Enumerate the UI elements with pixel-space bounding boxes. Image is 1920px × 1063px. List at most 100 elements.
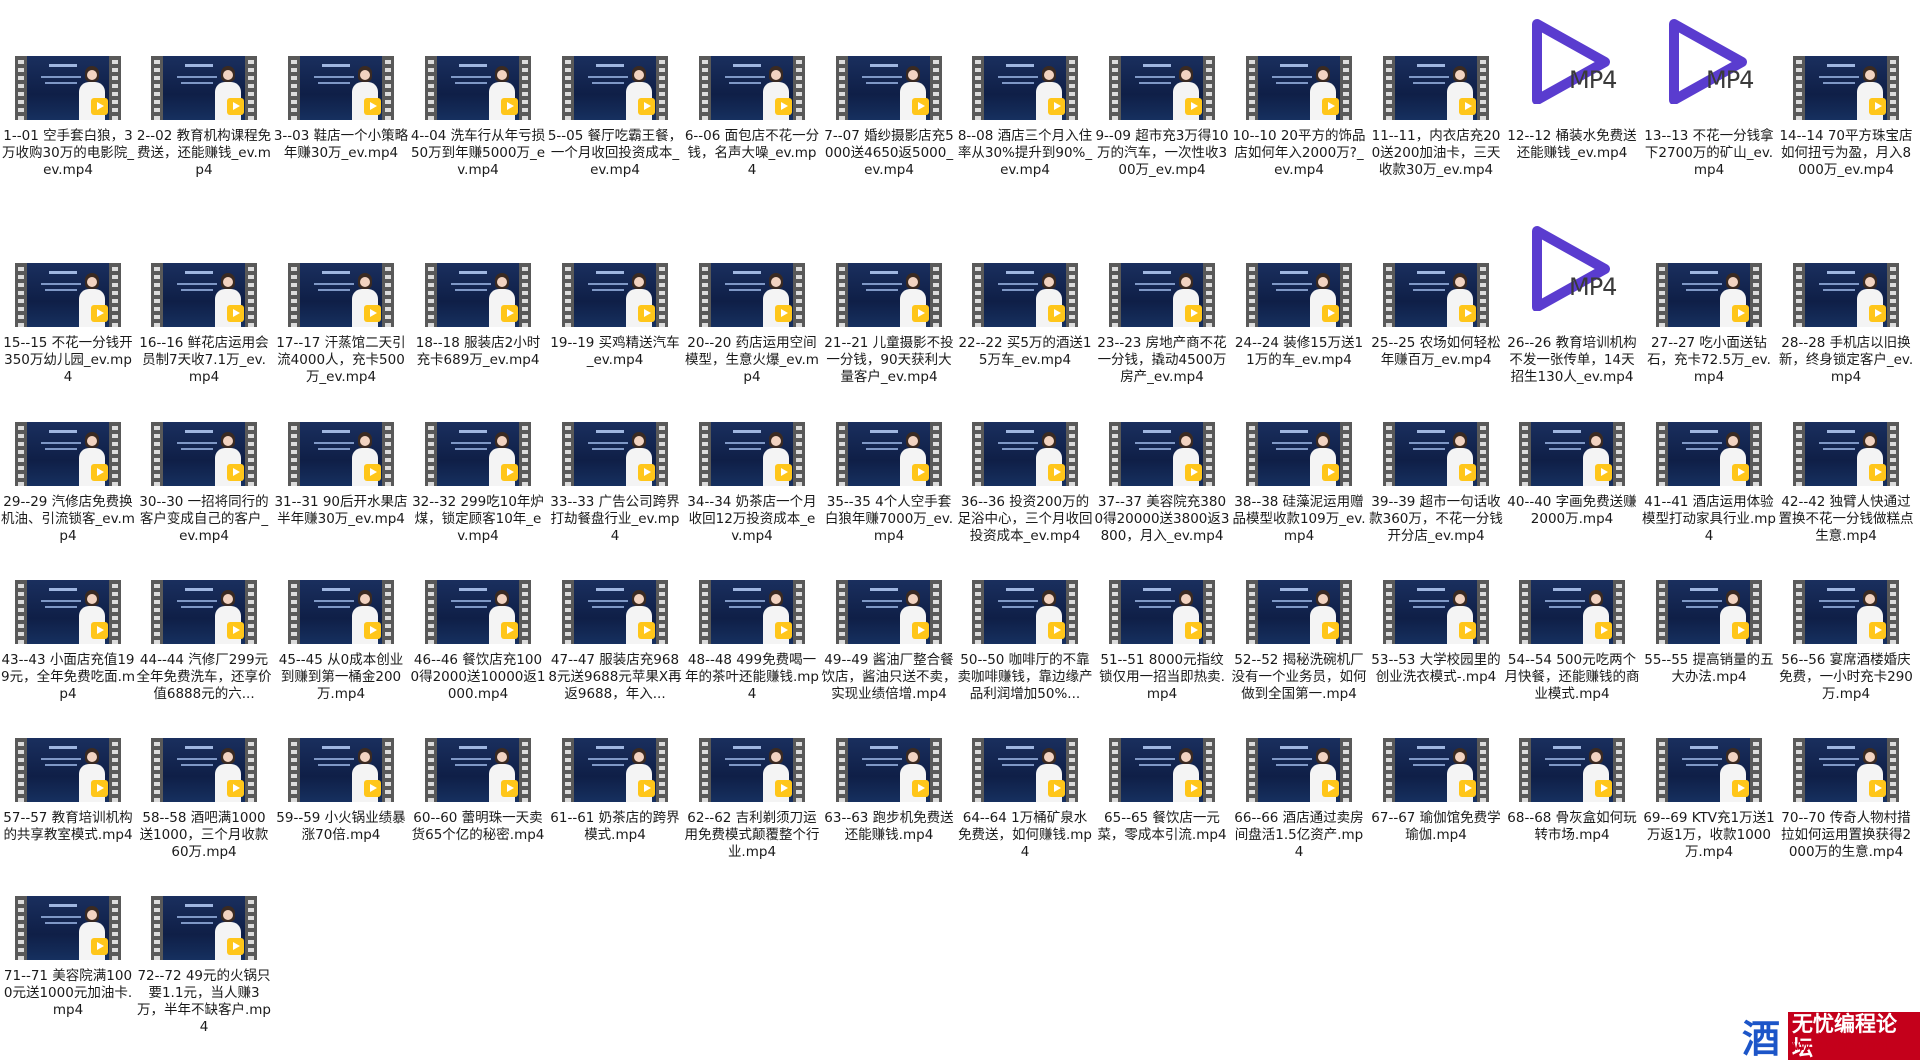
filmstrip-left bbox=[1246, 56, 1258, 120]
file-name-label: 52--52 揭秘洗碗机厂没有一个业务员，如何做到全国第一.mp4 bbox=[1231, 652, 1367, 702]
filmstrip-left bbox=[425, 263, 437, 327]
filmstrip-left bbox=[151, 580, 163, 644]
file-name-label: 16--16 鲜花店运用会员制7天收7.1万_ev.mp4 bbox=[139, 335, 269, 385]
filmstrip-left bbox=[1383, 56, 1395, 120]
file-name-label: 5--05 餐厅吃霸王餐，一个月收回投资成本_ev.mp4 bbox=[547, 128, 683, 178]
play-icon bbox=[501, 98, 518, 115]
filmstrip-right bbox=[382, 263, 394, 327]
file-name-label: 14--14 70平方珠宝店如何扭亏为盈，月入8000万_ev.mp4 bbox=[1779, 128, 1913, 178]
file-name-label: 10--10 20平方的饰品店如何年入2000万?_ev.mp4 bbox=[1232, 128, 1366, 178]
filmstrip-right bbox=[1066, 738, 1078, 802]
video-thumbnail bbox=[1793, 56, 1899, 120]
file-name-label: 68--68 骨灰盒如何玩转市场.mp4 bbox=[1507, 810, 1637, 843]
filmstrip-left bbox=[1383, 580, 1395, 644]
filmstrip-right bbox=[656, 738, 668, 802]
play-icon bbox=[227, 622, 244, 639]
file-name-label: 25--25 农场如何轻松年赚百万_ev.mp4 bbox=[1371, 335, 1501, 368]
play-icon bbox=[91, 98, 108, 115]
filmstrip-right bbox=[1340, 738, 1352, 802]
filmstrip-left bbox=[425, 580, 437, 644]
play-icon bbox=[501, 780, 518, 797]
filmstrip-left bbox=[288, 263, 300, 327]
filmstrip-left bbox=[151, 896, 163, 960]
filmstrip-right bbox=[519, 580, 531, 644]
filmstrip-left bbox=[1383, 422, 1395, 486]
video-thumbnail bbox=[15, 422, 121, 486]
play-icon bbox=[1048, 98, 1065, 115]
filmstrip-right bbox=[793, 738, 805, 802]
video-thumbnail bbox=[1793, 738, 1899, 802]
play-icon bbox=[91, 622, 108, 639]
filmstrip-left bbox=[151, 56, 163, 120]
filmstrip-left bbox=[1109, 580, 1121, 644]
filmstrip-right bbox=[1750, 580, 1762, 644]
file-name-label: 26--26 教育培训机构不发一张传单，14天招生130人_ev.mp4 bbox=[1507, 335, 1637, 385]
filmstrip-left bbox=[699, 580, 711, 644]
filmstrip-right bbox=[930, 56, 942, 120]
file-name-label: 43--43 小面店充值199元，全年免费吃面.mp4 bbox=[0, 652, 136, 702]
play-icon bbox=[364, 622, 381, 639]
video-thumbnail bbox=[1383, 422, 1489, 486]
video-thumbnail bbox=[562, 580, 668, 644]
filmstrip-left bbox=[15, 580, 27, 644]
video-thumbnail bbox=[1109, 580, 1215, 644]
filmstrip-right bbox=[109, 738, 121, 802]
play-icon bbox=[1322, 780, 1339, 797]
filmstrip-left bbox=[425, 56, 437, 120]
file-name-label: 48--48 499免费喝一年的茶叶还能赚钱.mp4 bbox=[684, 652, 819, 702]
filmstrip-right bbox=[109, 263, 121, 327]
play-icon bbox=[1732, 464, 1749, 481]
file-name-label: 30--30 一招将同行的客户变成自己的客户_ev.mp4 bbox=[139, 494, 269, 544]
video-thumbnail bbox=[1246, 580, 1352, 644]
play-icon bbox=[227, 780, 244, 797]
filmstrip-right bbox=[1066, 56, 1078, 120]
file-name-label: 2--02 教育机构课程免费送，还能赚钱_ev.mp4 bbox=[136, 128, 272, 178]
filmstrip-right bbox=[109, 422, 121, 486]
filmstrip-left bbox=[972, 422, 984, 486]
filmstrip-right bbox=[519, 738, 531, 802]
filmstrip-right bbox=[1066, 422, 1078, 486]
filmstrip-right bbox=[1340, 580, 1352, 644]
video-thumbnail bbox=[288, 422, 394, 486]
play-icon bbox=[1459, 98, 1476, 115]
file-name-label: 60--60 蕾明珠一天卖货65个亿的秘密.mp4 bbox=[411, 810, 545, 843]
video-thumbnail bbox=[836, 263, 942, 327]
file-name-label: 15--15 不花一分钱开350万幼儿园_ev.mp4 bbox=[3, 335, 133, 385]
filmstrip-left bbox=[836, 56, 848, 120]
filmstrip-right bbox=[1613, 422, 1625, 486]
filmstrip-left bbox=[425, 738, 437, 802]
filmstrip-right bbox=[245, 896, 257, 960]
filmstrip-right bbox=[1203, 56, 1215, 120]
filmstrip-left bbox=[1793, 56, 1805, 120]
filmstrip-right bbox=[793, 263, 805, 327]
filmstrip-right bbox=[1203, 580, 1215, 644]
file-name-label: 66--66 酒店通过卖房间盘活1.5亿资产.mp4 bbox=[1234, 810, 1364, 860]
filmstrip-left bbox=[1246, 738, 1258, 802]
filmstrip-right bbox=[519, 56, 531, 120]
filmstrip-left bbox=[972, 56, 984, 120]
file-name-label: 21--21 儿童摄影不投一分钱，90天获利大量客户_ev.mp4 bbox=[824, 335, 954, 385]
file-name-label: 28--28 手机店以旧换新，终身锁定客户_ev.mp4 bbox=[1778, 335, 1914, 385]
filmstrip-right bbox=[1340, 56, 1352, 120]
file-name-label: 39--39 超市一句话收款360万，不花一分钱开分店_ev.mp4 bbox=[1369, 494, 1503, 544]
filmstrip-right bbox=[656, 263, 668, 327]
file-name-label: 27--27 吃小面送钻石，充卡72.5万_ev.mp4 bbox=[1647, 335, 1771, 385]
video-thumbnail bbox=[425, 580, 531, 644]
filmstrip-right bbox=[930, 263, 942, 327]
file-name-label: 70--70 传奇人物村措拉如何运用置换获得2000万的生意.mp4 bbox=[1780, 810, 1912, 860]
file-name-label: 18--18 服装店2小时充卡689万_ev.mp4 bbox=[415, 335, 541, 368]
play-icon bbox=[1322, 98, 1339, 115]
filmstrip-left bbox=[1656, 263, 1668, 327]
watermark-logo: 酒 bbox=[1742, 1017, 1781, 1061]
video-thumbnail bbox=[15, 580, 121, 644]
video-thumbnail bbox=[562, 738, 668, 802]
play-icon bbox=[638, 780, 655, 797]
file-name-label: 35--35 4个人空手套白狼年赚7000万_ev.mp4 bbox=[824, 494, 954, 544]
filmstrip-right bbox=[793, 422, 805, 486]
play-icon bbox=[638, 98, 655, 115]
filmstrip-right bbox=[109, 580, 121, 644]
play-icon bbox=[775, 622, 792, 639]
video-thumbnail bbox=[1383, 580, 1489, 644]
video-thumbnail bbox=[288, 56, 394, 120]
file-name-label: 36--36 投资200万的足浴中心，三个月收回投资成本_ev.mp4 bbox=[957, 494, 1093, 544]
